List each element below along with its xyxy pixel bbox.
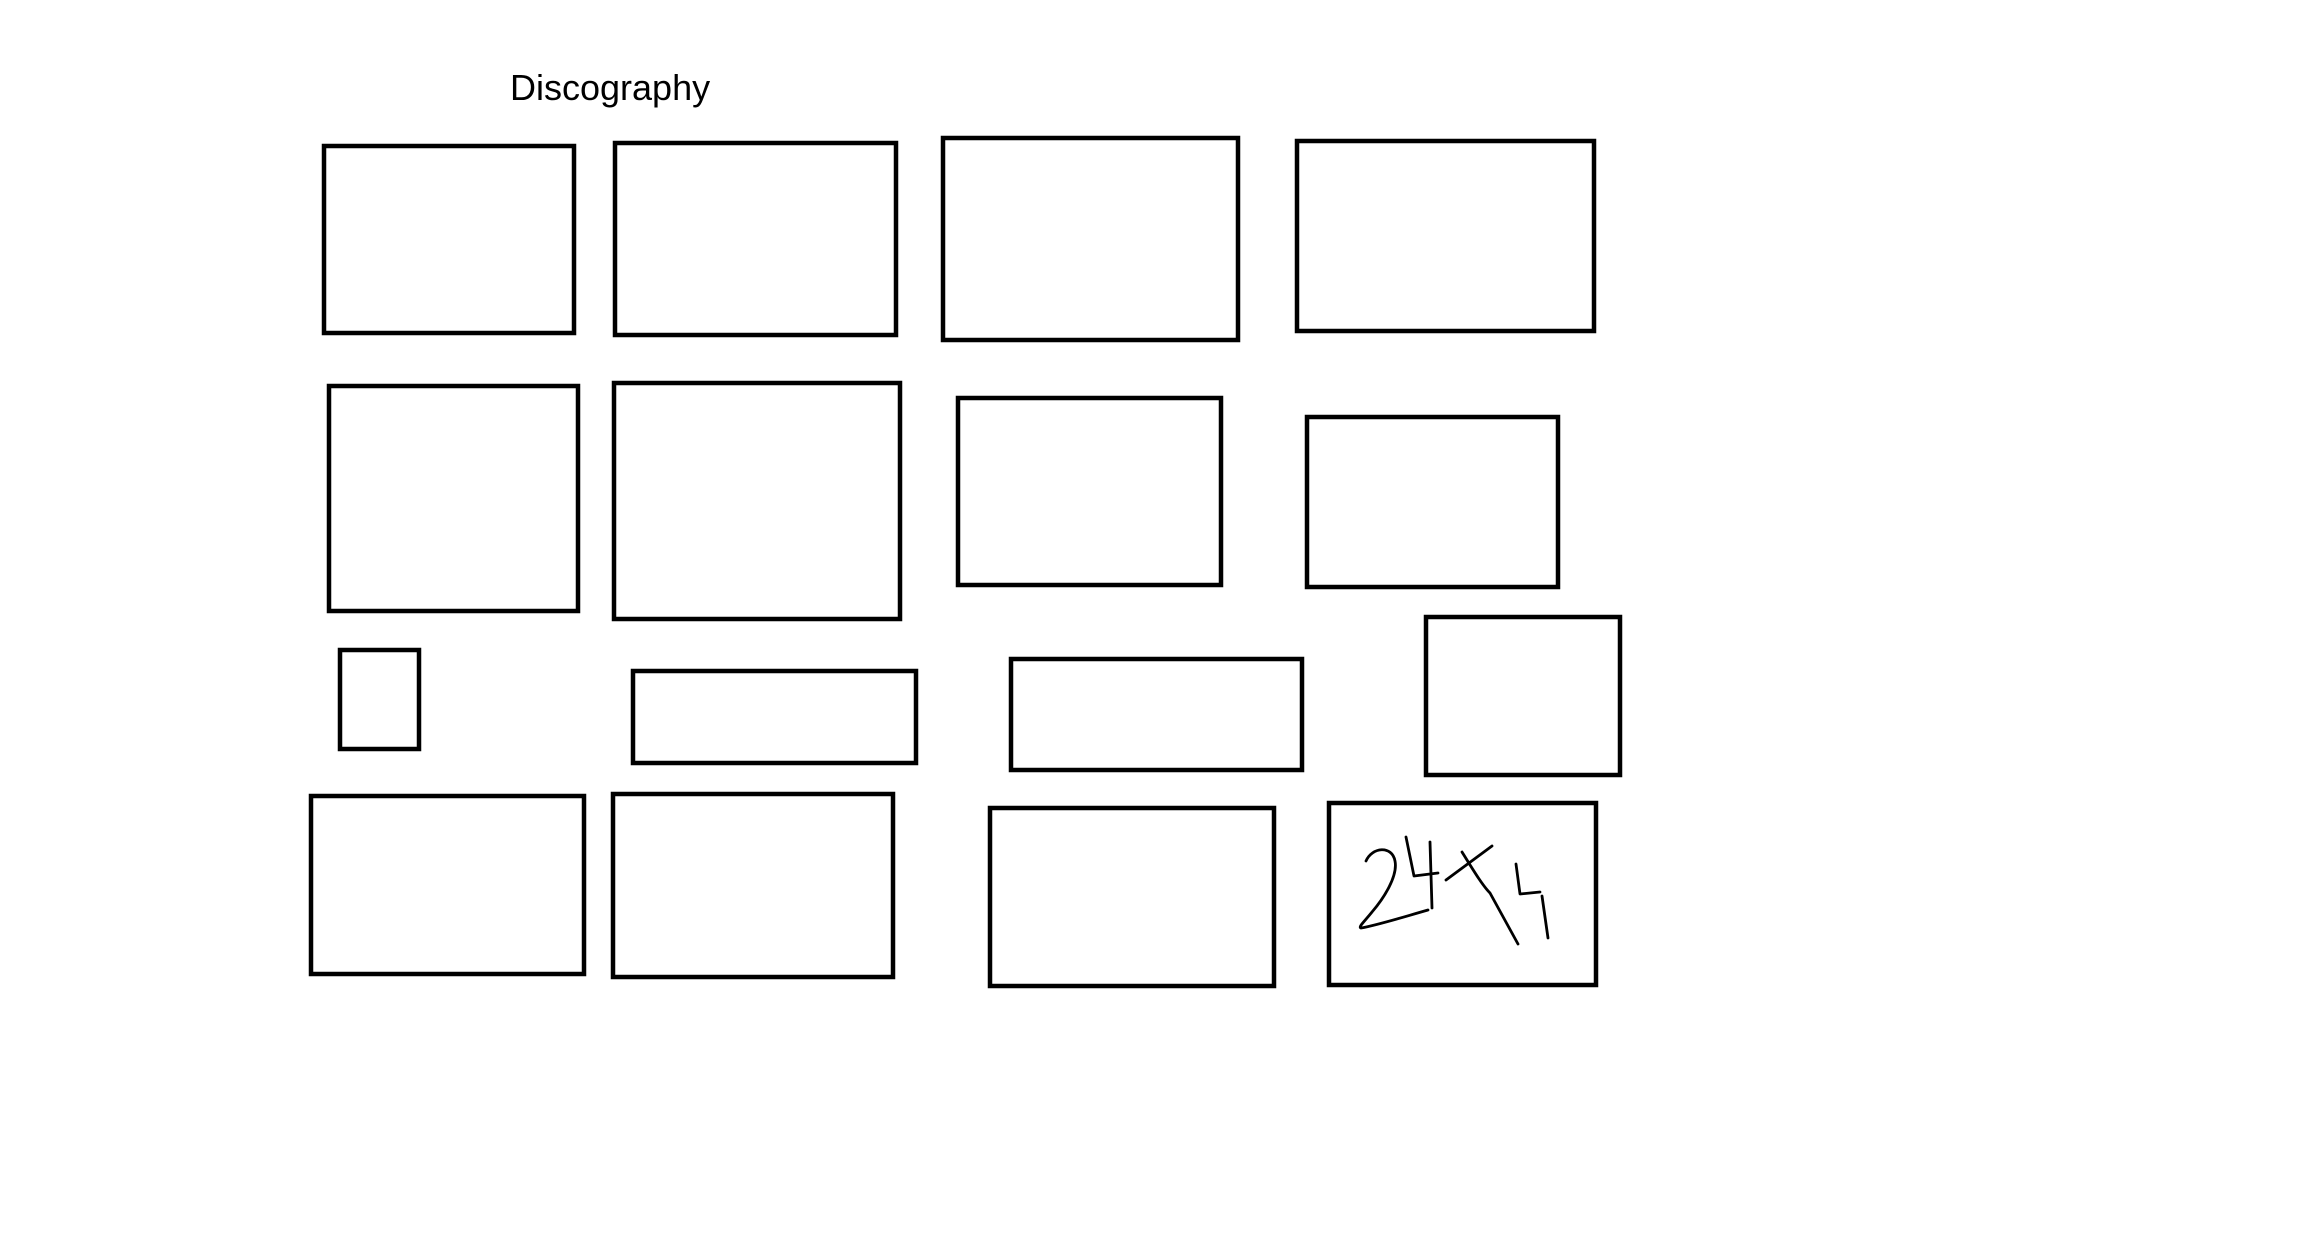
album-placeholder-r1c1[interactable] bbox=[321, 143, 577, 336]
album-placeholder-r1c2[interactable] bbox=[612, 140, 899, 338]
album-placeholder-r4c3[interactable] bbox=[987, 805, 1277, 989]
album-placeholder-r4c2[interactable] bbox=[610, 791, 896, 980]
album-placeholder-r3c3[interactable] bbox=[1008, 656, 1305, 773]
handwritten-letter-x bbox=[1444, 844, 1520, 946]
album-placeholder-r2c3[interactable] bbox=[955, 395, 1224, 588]
handwritten-digit-4 bbox=[1404, 835, 1440, 910]
album-placeholder-r4c1[interactable] bbox=[308, 793, 587, 977]
album-placeholder-r2c1[interactable] bbox=[326, 383, 581, 614]
album-placeholder-r3c2[interactable] bbox=[630, 668, 919, 766]
handwritten-digit-4b bbox=[1514, 862, 1550, 940]
album-placeholder-r1c4[interactable] bbox=[1294, 138, 1597, 334]
handwritten-digit-2 bbox=[1358, 848, 1430, 930]
album-placeholder-r4c4[interactable] bbox=[1326, 800, 1599, 988]
album-placeholder-r2c4[interactable] bbox=[1304, 414, 1561, 590]
discography-sketch bbox=[308, 135, 1623, 989]
album-placeholder-r2c2[interactable] bbox=[611, 380, 903, 622]
album-grid bbox=[308, 135, 1623, 989]
handwritten-note bbox=[1358, 835, 1550, 946]
album-placeholder-r1c3[interactable] bbox=[940, 135, 1241, 343]
album-placeholder-r3c4[interactable] bbox=[1423, 614, 1623, 778]
album-placeholder-r3c1[interactable] bbox=[337, 647, 422, 752]
